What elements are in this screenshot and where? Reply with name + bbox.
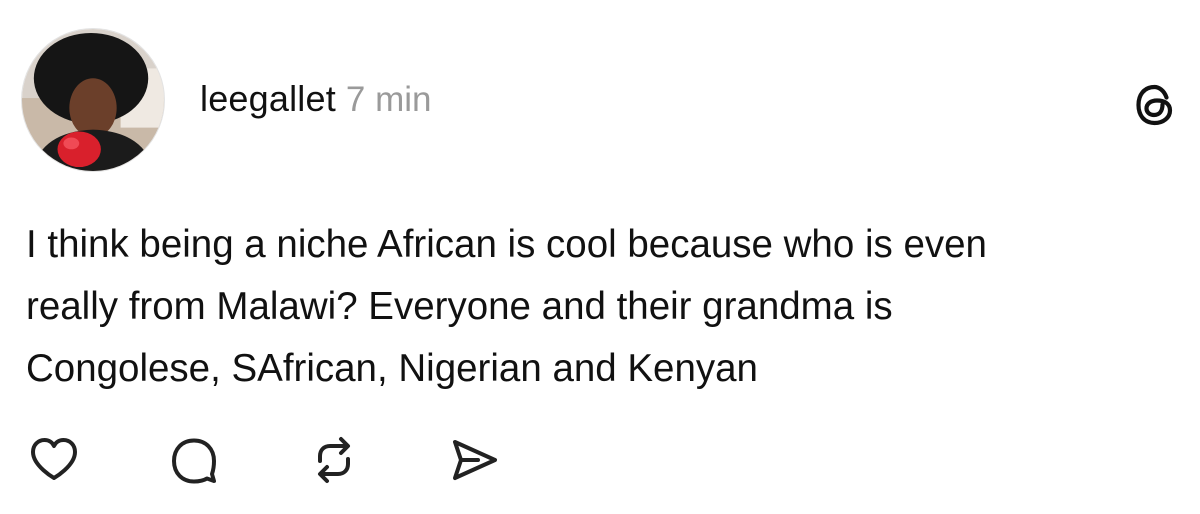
post-text: I think being a niche African is cool be… <box>26 214 1186 400</box>
share-button[interactable] <box>446 432 502 488</box>
comment-button[interactable] <box>166 432 222 488</box>
post-header: leegallet 7 min <box>200 78 432 124</box>
like-button[interactable] <box>26 432 82 488</box>
threads-logo-icon <box>1130 80 1180 130</box>
timestamp: 7 min <box>345 80 432 119</box>
post-text-line: I think being a niche African is cool be… <box>26 223 987 266</box>
threads-post: leegallet 7 min I think being a niche Af… <box>0 0 1200 514</box>
avatar-image <box>22 29 164 171</box>
repost-icon <box>318 437 350 483</box>
repost-button[interactable] <box>306 432 362 488</box>
share-icon <box>453 440 497 480</box>
heart-icon <box>31 438 77 480</box>
comment-icon <box>172 438 216 484</box>
post-text-line: really from Malawi? Everyone and their g… <box>26 285 893 328</box>
avatar[interactable] <box>21 28 165 172</box>
post-text-line: Congolese, SAfrican, Nigerian and Kenyan <box>26 347 758 390</box>
username[interactable]: leegallet <box>200 78 336 120</box>
